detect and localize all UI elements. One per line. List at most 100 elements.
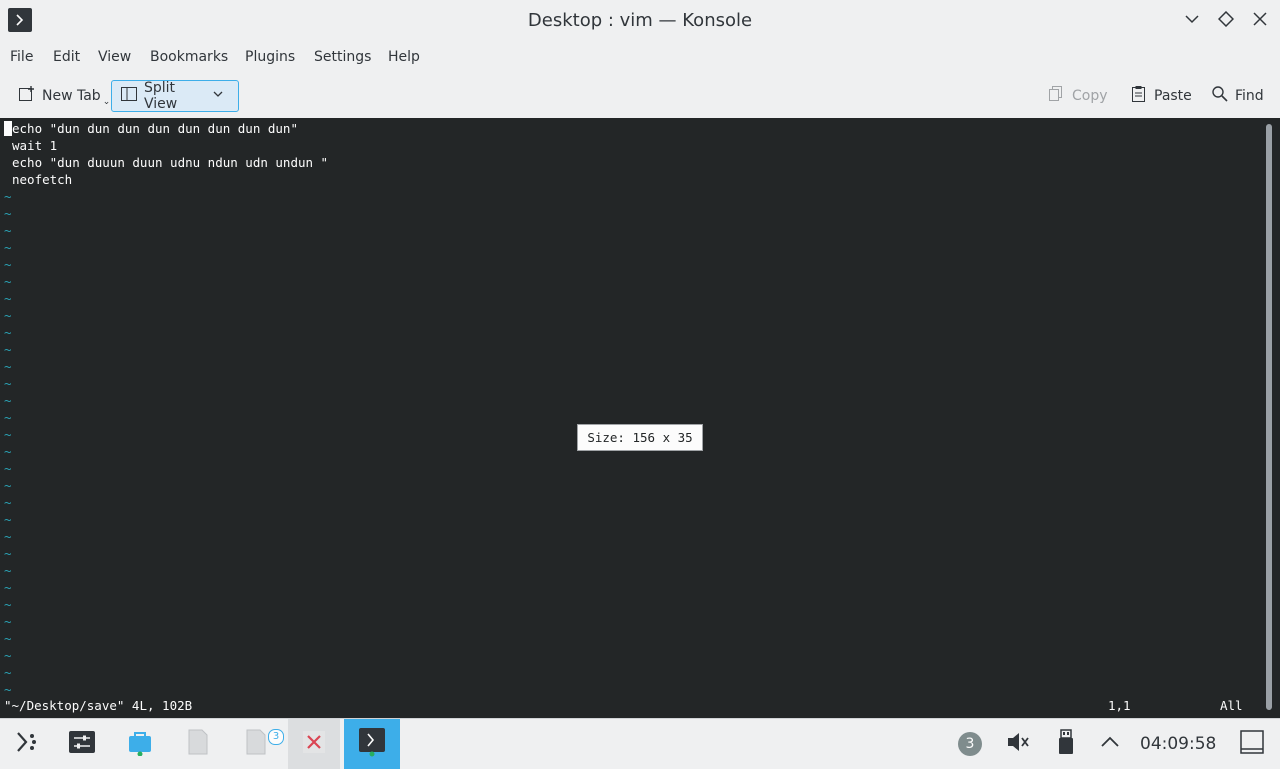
split-view-icon	[120, 85, 144, 107]
window-title: Desktop : vim — Konsole	[527, 10, 753, 31]
split-view-label: Split View	[144, 80, 178, 112]
empty-line-tilde: ~	[4, 342, 12, 357]
document-icon	[243, 728, 269, 760]
close-icon	[1252, 11, 1268, 31]
launcher-icon	[12, 728, 40, 760]
document-task-1[interactable]	[178, 719, 218, 769]
notifications-tray[interactable]: 3	[954, 719, 986, 769]
terminal-line: echo "dun duuun duun udnu ndun udn undun…	[12, 155, 329, 170]
digital-clock[interactable]: 04:09:58	[1140, 719, 1216, 769]
empty-line-tilde: ~	[4, 257, 12, 272]
split-view-button[interactable]: Split View	[111, 80, 239, 112]
new-tab-button[interactable]: New Tab ⌄	[18, 80, 110, 112]
vim-cursor-position: 1,1	[1108, 698, 1131, 713]
empty-line-tilde: ~	[4, 461, 12, 476]
vim-status-message: "~/Desktop/save" 4L, 102B	[4, 698, 193, 713]
empty-line-tilde: ~	[4, 495, 12, 510]
dropdown-indicator-icon: ⌄	[102, 97, 111, 107]
show-hidden-icons-button[interactable]	[1094, 719, 1126, 769]
menu-file[interactable]: File	[10, 42, 33, 72]
menu-edit[interactable]: Edit	[53, 42, 80, 72]
empty-line-tilde: ~	[4, 291, 12, 306]
empty-line-tilde: ~	[4, 682, 12, 697]
close-icon	[302, 730, 326, 758]
empty-line-tilde: ~	[4, 648, 12, 663]
paste-label: Paste	[1154, 88, 1192, 104]
chevron-down-icon	[212, 88, 230, 104]
find-button[interactable]: Find	[1211, 80, 1264, 112]
diamond-icon	[1217, 10, 1235, 31]
paste-button[interactable]: Paste	[1130, 80, 1192, 112]
empty-line-tilde: ~	[4, 206, 12, 221]
system-settings-task[interactable]	[62, 719, 102, 769]
empty-line-tilde: ~	[4, 189, 12, 204]
menu-help[interactable]: Help	[388, 42, 420, 72]
search-icon	[1211, 85, 1235, 107]
empty-line-tilde: ~	[4, 597, 12, 612]
terminal-line: wait 1	[12, 138, 58, 153]
terminal-line: echo "dun dun dun dun dun dun dun dun"	[12, 121, 298, 136]
size-tooltip: Size: 156 x 35	[577, 424, 703, 451]
close-button[interactable]	[1248, 9, 1272, 33]
copy-button[interactable]: Copy	[1048, 80, 1108, 112]
minimize-button[interactable]	[1180, 9, 1204, 33]
empty-line-tilde: ~	[4, 274, 12, 289]
menu-settings[interactable]: Settings	[314, 42, 371, 72]
empty-line-tilde: ~	[4, 478, 12, 493]
empty-line-tilde: ~	[4, 631, 12, 646]
empty-line-tilde: ~	[4, 665, 12, 680]
text-cursor	[4, 121, 12, 136]
empty-line-tilde: ~	[4, 444, 12, 459]
empty-line-tilde: ~	[4, 512, 12, 527]
vim-scroll-indicator: All	[1220, 698, 1243, 713]
application-launcher[interactable]	[6, 719, 46, 769]
menu-bar: File Edit View Bookmarks Plugins Setting…	[0, 42, 1280, 72]
maximize-button[interactable]	[1214, 9, 1238, 33]
store-icon	[126, 728, 154, 760]
error-app-task[interactable]	[288, 719, 340, 769]
volume-muted-icon	[1005, 729, 1031, 759]
document-task-2[interactable]	[236, 719, 276, 769]
empty-line-tilde: ~	[4, 614, 12, 629]
konsole-task-active[interactable]	[344, 719, 400, 769]
title-bar[interactable]: Desktop : vim — Konsole	[0, 0, 1280, 42]
empty-line-tilde: ~	[4, 359, 12, 374]
empty-line-tilde: ~	[4, 546, 12, 561]
taskbar: 3 3 04:09:58	[0, 718, 1280, 769]
chevron-down-icon	[1184, 11, 1200, 31]
usb-drive-icon	[1055, 728, 1077, 760]
show-desktop-icon	[1239, 729, 1265, 759]
notification-count-icon: 3	[958, 732, 982, 756]
menu-view[interactable]: View	[98, 42, 131, 72]
copy-label: Copy	[1072, 88, 1108, 104]
empty-line-tilde: ~	[4, 410, 12, 425]
empty-line-tilde: ~	[4, 376, 12, 391]
discover-task[interactable]: 3	[120, 719, 284, 769]
terminal-icon	[358, 727, 386, 761]
empty-line-tilde: ~	[4, 325, 12, 340]
find-label: Find	[1235, 88, 1264, 104]
copy-icon	[1048, 85, 1072, 107]
empty-line-tilde: ~	[4, 563, 12, 578]
removable-device-tray[interactable]	[1050, 719, 1082, 769]
show-desktop-button[interactable]	[1236, 719, 1268, 769]
empty-line-tilde: ~	[4, 223, 12, 238]
volume-tray[interactable]	[1002, 719, 1034, 769]
empty-line-tilde: ~	[4, 529, 12, 544]
terminal-view[interactable]: echo "dun dun dun dun dun dun dun dun" w…	[0, 118, 1280, 718]
new-tab-icon	[18, 85, 42, 107]
terminal-scrollbar[interactable]	[1266, 124, 1272, 710]
chevron-up-icon	[1100, 732, 1120, 756]
empty-line-tilde: ~	[4, 580, 12, 595]
menu-plugins[interactable]: Plugins	[245, 42, 295, 72]
konsole-window: Desktop : vim — Konsole File Edit View B…	[0, 0, 1280, 718]
menu-bookmarks[interactable]: Bookmarks	[150, 42, 228, 72]
new-tab-label: New Tab	[42, 88, 101, 104]
settings-icon	[68, 728, 96, 760]
empty-line-tilde: ~	[4, 393, 12, 408]
document-icon	[185, 728, 211, 760]
empty-line-tilde: ~	[4, 308, 12, 323]
terminal-line: neofetch	[12, 172, 73, 187]
paste-icon	[1130, 85, 1154, 107]
empty-line-tilde: ~	[4, 240, 12, 255]
